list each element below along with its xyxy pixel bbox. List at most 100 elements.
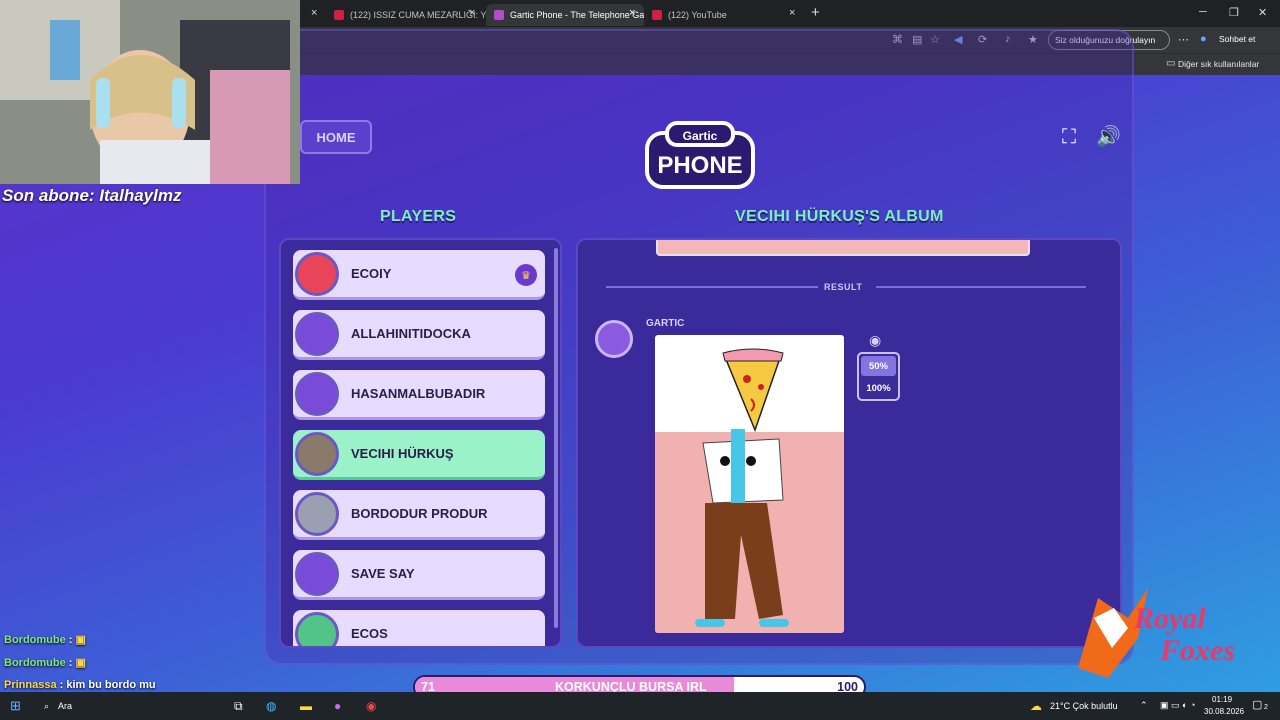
players-title: PLAYERS: [380, 208, 457, 225]
close-icon[interactable]: ×: [789, 7, 795, 19]
zoom-100-option[interactable]: 100%: [861, 378, 896, 398]
eye-icon[interactable]: ◉: [869, 332, 881, 349]
drawing-image: [655, 348, 844, 633]
obs-icon[interactable]: ◉: [366, 699, 376, 713]
chat-message: Bordomube : ▣: [4, 656, 86, 669]
new-tab-button[interactable]: +: [811, 4, 820, 21]
weather-icon: ☁: [1030, 699, 1042, 713]
album-title: VECIHI HÜRKUŞ'S ALBUM: [735, 208, 944, 225]
chat-label[interactable]: Sohbet et: [1219, 34, 1255, 44]
players-list: ECOIY ♛ ALLAHINITIDOCKA HASANMALBUBADIR …: [279, 238, 562, 648]
screen: (122) ISSIZ CUMA MEZARLIĞI: Ye × × Garti…: [0, 0, 1280, 720]
chat-text: :: [68, 657, 73, 669]
home-label: HOME: [316, 129, 356, 145]
search-icon[interactable]: ⌕: [44, 701, 49, 712]
maximize-icon[interactable]: ❐: [1229, 6, 1239, 19]
tab-label: (122) ISSIZ CUMA MEZARLIĞI: Ye: [350, 10, 486, 20]
previous-drawing: [656, 240, 1030, 256]
logo-top-text: Gartic: [683, 129, 718, 143]
svg-text:Foxes: Foxes: [1159, 634, 1235, 667]
tab-issiz-cuma[interactable]: (122) ISSIZ CUMA MEZARLIĞI: Ye: [326, 4, 486, 26]
window-close-icon[interactable]: ✕: [1258, 6, 1267, 19]
webcam-overlay: [0, 0, 300, 184]
player-row[interactable]: SAVE SAY: [293, 550, 545, 600]
player-row-active[interactable]: VECIHI HÜRKUŞ: [293, 430, 545, 480]
drawing-canvas: [655, 335, 844, 633]
taskbar-search[interactable]: Ara: [58, 701, 72, 711]
avatar: [295, 492, 339, 536]
player-name: HASANMALBUBADIR: [351, 386, 486, 401]
royal-foxes-logo: Royal Foxes: [1078, 588, 1235, 678]
other-favorites[interactable]: Diğer sık kullanılanlar: [1178, 59, 1259, 69]
player-name: VECIHI HÜRKUŞ: [351, 446, 454, 461]
player-name: BORDODUR PRODUR: [351, 506, 488, 521]
clock-date[interactable]: 30.08.2026: [1204, 707, 1244, 716]
chat-message: Prinnassa : kim bu bordo mu: [4, 679, 156, 691]
youtube-icon: [334, 10, 344, 20]
weather-text[interactable]: 21°C Çok bulutlu: [1050, 701, 1118, 711]
last-subscriber: Son abone: Italhaylmz: [2, 186, 182, 205]
player-name: ALLAHINITIDOCKA: [351, 326, 471, 341]
app-icon[interactable]: ●: [334, 699, 341, 713]
avatar: [295, 372, 339, 416]
avatar: [295, 312, 339, 356]
tab-label: Gartic Phone - The Telephone Gar: [510, 10, 644, 20]
volume-icon[interactable]: 🔊: [1096, 124, 1121, 149]
webcam-image: [0, 0, 300, 184]
player-name: SAVE SAY: [351, 566, 415, 581]
taskbar: ⊞ ⌕ Ara ⧉ ◍ ▬ ● ◉ ☁ 21°C Çok bulutlu ⌃ ▣…: [0, 692, 1280, 720]
close-icon[interactable]: ×: [469, 7, 475, 19]
emote-icon: ▣: [75, 657, 86, 669]
player-name: ECOS: [351, 626, 388, 641]
author-name: GARTIC: [646, 318, 685, 329]
emote-icon: ▣: [75, 634, 86, 646]
tray-chevron-icon[interactable]: ⌃: [1140, 700, 1148, 711]
crown-icon: ♛: [515, 264, 537, 286]
player-row[interactable]: ECOS: [293, 610, 545, 646]
tray-icons[interactable]: ▣ ▭ ◐ ◔: [1160, 700, 1195, 711]
explorer-icon[interactable]: ▬: [300, 699, 312, 713]
avatar: [295, 552, 339, 596]
result-label: RESULT: [824, 282, 863, 292]
player-name: ECOIY: [351, 266, 392, 281]
players-scrollbar[interactable]: [554, 248, 558, 628]
close-icon[interactable]: ×: [311, 7, 317, 19]
zoom-50-option[interactable]: 50%: [861, 356, 896, 376]
home-button[interactable]: HOME: [300, 120, 372, 154]
tab-label: (122) YouTube: [668, 10, 727, 20]
svg-text:Royal: Royal: [1133, 602, 1206, 635]
task-view-icon[interactable]: ⧉: [234, 699, 243, 714]
gartic-phone-logo: Gartic PHONE: [645, 121, 755, 189]
tab-youtube[interactable]: (122) YouTube: [644, 4, 804, 26]
divider: [876, 286, 1086, 288]
chat-text: :: [68, 634, 73, 646]
chat-text: : kim bu bordo mu: [59, 679, 156, 691]
avatar: [295, 432, 339, 476]
fullscreen-icon[interactable]: ⛶: [1062, 126, 1076, 149]
player-row[interactable]: ALLAHINITIDOCKA: [293, 310, 545, 360]
player-row[interactable]: BORDODUR PRODUR: [293, 490, 545, 540]
logo-bottom-text: PHONE: [657, 152, 742, 179]
avatar: [295, 252, 339, 296]
player-row[interactable]: HASANMALBUBADIR: [293, 370, 545, 420]
zoom-selector: 50% 100%: [857, 352, 900, 401]
tab-gartic-phone[interactable]: Gartic Phone - The Telephone Gar: [486, 4, 644, 26]
author-avatar: [595, 320, 633, 358]
notification-count: 2: [1264, 704, 1268, 711]
chat-user: Prinnassa: [4, 679, 57, 691]
close-icon[interactable]: ×: [629, 7, 635, 19]
minimize-icon[interactable]: ─: [1199, 6, 1207, 18]
edge-icon[interactable]: ◍: [266, 699, 276, 713]
avatar: [295, 612, 339, 646]
notification-icon[interactable]: ▢: [1252, 698, 1262, 711]
copilot-icon[interactable]: ●: [1200, 33, 1207, 45]
windows-start-icon[interactable]: ⊞: [10, 698, 21, 714]
youtube-icon: [652, 10, 662, 20]
more-icon[interactable]: ⋯: [1178, 33, 1189, 46]
chat-user: Bordomube: [4, 634, 66, 646]
player-row[interactable]: ECOIY ♛: [293, 250, 545, 300]
folder-icon: ▭: [1166, 58, 1176, 69]
chat-user: Bordomube: [4, 657, 66, 669]
gartic-icon: [494, 10, 504, 20]
clock-time[interactable]: 01:19: [1212, 695, 1232, 704]
